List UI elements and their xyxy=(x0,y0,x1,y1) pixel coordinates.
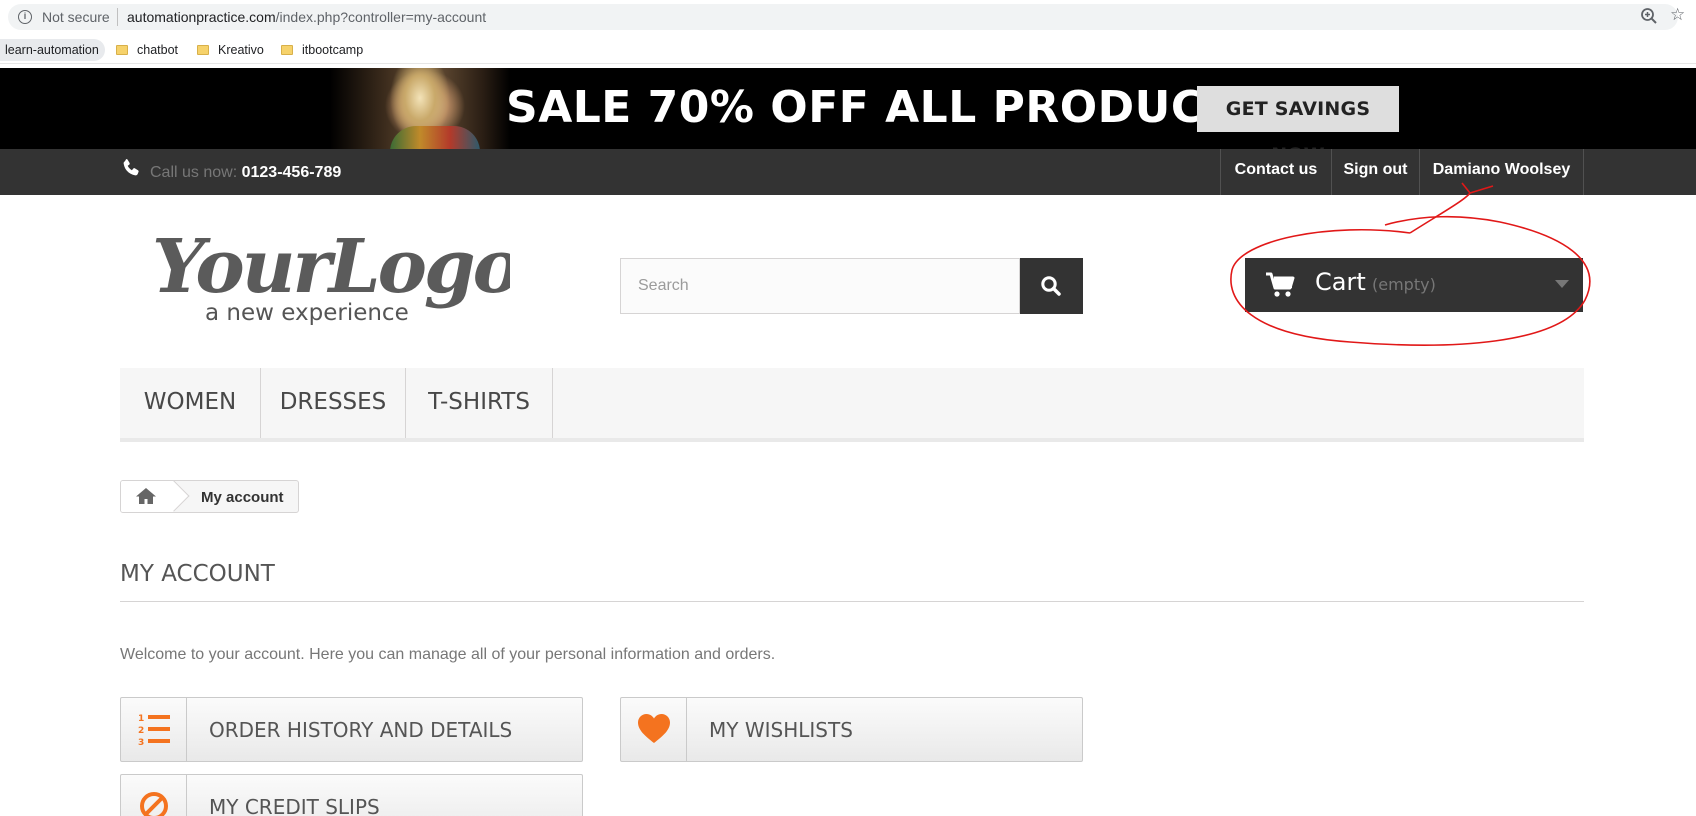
icon-cell xyxy=(121,775,187,816)
cart-status: (empty) xyxy=(1372,275,1436,294)
logo-text: YourLogo xyxy=(152,224,510,310)
breadcrumb: My account xyxy=(120,480,299,513)
folder-icon xyxy=(281,45,293,55)
search-button[interactable] xyxy=(1020,258,1083,314)
url-host: automationpractice.com xyxy=(127,9,276,25)
svg-text:2: 2 xyxy=(138,726,144,736)
top-nav-bar: Call us now: 0123-456-789 Contact us Sig… xyxy=(0,149,1696,195)
my-wishlists-label: MY WISHLISTS xyxy=(709,718,853,742)
promo-banner[interactable]: SALE 70% OFF ALL PRODUCTS GET SAVINGS NO… xyxy=(0,68,1696,149)
bookmark-label: itbootcamp xyxy=(302,43,364,57)
top-menu: WOMEN DRESSES T-SHIRTS xyxy=(120,368,1584,442)
numbered-list-icon: 1 2 3 xyxy=(138,714,170,746)
my-credit-slips-label: MY CREDIT SLIPS xyxy=(209,795,380,816)
menu-dresses[interactable]: DRESSES xyxy=(261,368,406,438)
phone-number: 0123-456-789 xyxy=(241,164,342,181)
url-text[interactable]: automationpractice.com/index.php?control… xyxy=(127,9,486,25)
bookmarks-bar: learn-automation chatbot Kreativo itboot… xyxy=(0,34,1696,64)
search-input[interactable] xyxy=(621,259,1019,313)
chevron-down-icon xyxy=(1555,280,1569,288)
icon-cell: 1 2 3 xyxy=(121,698,187,761)
call-us-label: Call us now: xyxy=(150,164,238,181)
icon-cell xyxy=(621,698,687,761)
bookmark-kreativo[interactable]: Kreativo xyxy=(197,39,264,61)
bookmark-itbootcamp[interactable]: itbootcamp xyxy=(281,39,363,61)
security-label[interactable]: Not secure xyxy=(42,9,110,25)
my-credit-slips-button[interactable]: MY CREDIT SLIPS xyxy=(120,774,583,816)
heart-icon xyxy=(638,714,670,743)
folder-icon xyxy=(197,45,209,55)
home-icon xyxy=(136,488,156,504)
bookmark-label: Kreativo xyxy=(218,43,264,57)
menu-women[interactable]: WOMEN xyxy=(120,368,261,438)
order-history-label: ORDER HISTORY AND DETAILS xyxy=(209,718,513,742)
banner-title: SALE 70% OFF ALL PRODUCTS xyxy=(506,82,1267,133)
order-history-button[interactable]: 1 2 3 ORDER HISTORY AND DETAILS xyxy=(120,697,583,762)
banner-photo-dress xyxy=(390,126,480,149)
browser-address-bar: i Not secure automationpractice.com/inde… xyxy=(0,0,1696,34)
svg-text:3: 3 xyxy=(138,738,144,746)
logo-tagline: a new experience xyxy=(205,300,409,326)
cart-label: Cart xyxy=(1315,268,1366,296)
bookmark-learn-automation[interactable]: learn-automation xyxy=(0,39,105,61)
get-savings-button[interactable]: GET SAVINGS NOW xyxy=(1197,86,1399,149)
url-path: /index.php?controller=my-account xyxy=(275,9,487,25)
menu-t-shirts[interactable]: T-SHIRTS xyxy=(406,368,553,438)
contact-us-link[interactable]: Contact us xyxy=(1220,149,1331,195)
breadcrumb-home[interactable] xyxy=(121,481,173,512)
call-us-text: Call us now: 0123-456-789 xyxy=(150,164,341,182)
page-title: MY ACCOUNT xyxy=(120,561,1584,602)
my-wishlists-button[interactable]: MY WISHLISTS xyxy=(620,697,1083,762)
zoom-icon[interactable] xyxy=(1640,7,1658,25)
ban-icon xyxy=(140,792,168,816)
search-icon xyxy=(1041,276,1061,296)
sign-out-link[interactable]: Sign out xyxy=(1331,149,1419,195)
bookmark-chatbot[interactable]: chatbot xyxy=(116,39,178,61)
banner-model-photo xyxy=(330,68,510,149)
folder-icon xyxy=(116,45,128,55)
omnibox-divider xyxy=(117,8,118,26)
nav-divider xyxy=(1583,149,1584,195)
site-logo[interactable]: YourLogo a new experience xyxy=(150,222,510,328)
welcome-text: Welcome to your account. Here you can ma… xyxy=(120,646,776,663)
account-name-link[interactable]: Damiano Woolsey xyxy=(1419,149,1583,195)
info-icon[interactable]: i xyxy=(18,10,32,24)
phone-icon xyxy=(123,159,139,176)
bookmark-star-icon[interactable]: ☆ xyxy=(1670,5,1685,25)
bookmark-label: chatbot xyxy=(137,43,179,57)
cart-icon xyxy=(1266,272,1295,297)
search-box xyxy=(620,258,1020,314)
breadcrumb-current: My account xyxy=(201,489,284,506)
svg-text:1: 1 xyxy=(138,714,144,724)
cart-dropdown[interactable]: Cart (empty) xyxy=(1245,258,1583,312)
